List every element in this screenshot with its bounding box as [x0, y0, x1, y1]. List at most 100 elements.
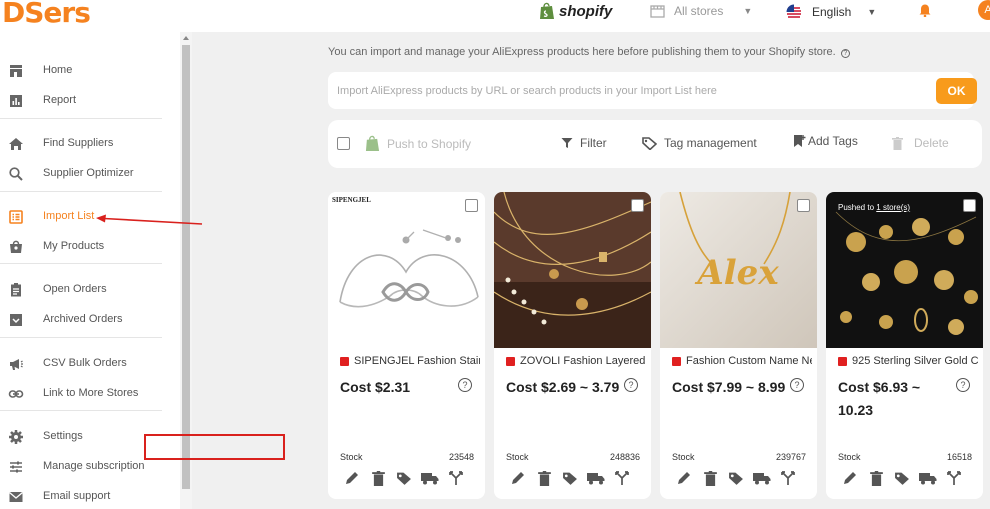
language-label: English — [812, 5, 852, 19]
filter-icon — [561, 138, 573, 148]
sidebar-item-label: Find Suppliers — [43, 137, 114, 149]
sidebar-item-my-products[interactable]: My Products — [0, 235, 180, 259]
product-card[interactable]: Alex Fashion Custom Name Necklace Cost $… — [660, 192, 817, 499]
add-tags-button[interactable]: Add Tags — [793, 134, 858, 148]
truck-icon[interactable] — [587, 469, 605, 487]
trash-icon[interactable] — [369, 469, 387, 487]
top-bar: DSers shopify All stores ▼ English ▼ A — [0, 0, 990, 32]
edit-icon[interactable] — [509, 469, 527, 487]
sidebar-item-label: Report — [43, 94, 77, 106]
scrollbar-thumb[interactable] — [182, 45, 190, 489]
product-title-text: 925 Sterling Silver Gold Charms — [852, 355, 978, 367]
product-image[interactable] — [494, 192, 651, 348]
filter-button[interactable]: Filter — [561, 136, 607, 150]
home-icon — [9, 138, 23, 150]
edit-icon[interactable] — [343, 469, 361, 487]
truck-icon[interactable] — [753, 469, 771, 487]
store-selector[interactable]: All stores ▼ — [650, 4, 752, 18]
import-search-input[interactable]: Import AliExpress products by URL or sea… — [328, 72, 974, 109]
delete-button[interactable]: Delete — [892, 136, 949, 150]
sidebar-item-csv-bulk-orders[interactable]: CSV Bulk Orders — [0, 352, 180, 376]
sidebar-item-label: Archived Orders — [43, 313, 123, 325]
product-image[interactable] — [826, 192, 983, 348]
sidebar-item-supplier-optimizer[interactable]: Supplier Optimizer — [0, 162, 180, 186]
sidebar-item-label: Import List — [43, 210, 95, 222]
stock-label: Stock — [506, 452, 529, 462]
product-card[interactable]: Pushed to 1 store(s) 925 Sterling Silver… — [826, 192, 983, 499]
product-checkbox[interactable] — [465, 199, 478, 212]
product-image[interactable] — [328, 192, 485, 348]
product-checkbox[interactable] — [797, 199, 810, 212]
trash-icon[interactable] — [535, 469, 553, 487]
product-title-text: ZOVOLI Fashion Layered Necklace — [520, 355, 646, 367]
tag-icon[interactable] — [561, 469, 579, 487]
product-title[interactable]: SIPENGJEL Fashion Stainless Steel Bracel… — [340, 355, 480, 367]
dsers-logo[interactable]: DSers — [2, 0, 91, 29]
language-selector[interactable]: English ▼ — [786, 4, 876, 20]
page-description: You can import and manage your AliExpres… — [328, 46, 850, 58]
bell-icon[interactable] — [918, 3, 932, 17]
product-card[interactable]: SIPENGJEL SIPENGJEL Fashion Stainless St… — [328, 192, 485, 499]
product-title[interactable]: Fashion Custom Name Necklace — [672, 355, 812, 367]
truck-icon[interactable] — [421, 469, 439, 487]
sidebar-item-open-orders[interactable]: Open Orders — [0, 278, 180, 302]
product-checkbox[interactable] — [963, 199, 976, 212]
trash-icon[interactable] — [867, 469, 885, 487]
sidebar-item-archived-orders[interactable]: Archived Orders — [0, 308, 180, 332]
product-checkbox[interactable] — [631, 199, 644, 212]
ok-button[interactable]: OK — [936, 78, 977, 104]
truck-icon[interactable] — [919, 469, 937, 487]
help-icon[interactable]: ? — [458, 378, 472, 392]
sidebar-divider — [0, 337, 162, 338]
help-icon[interactable]: ? — [624, 378, 638, 392]
product-cost: Cost $6.93 ~ 10.23 — [838, 379, 921, 418]
sidebar-item-home[interactable]: Home — [0, 59, 180, 83]
product-title[interactable]: 925 Sterling Silver Gold Charms — [838, 355, 978, 367]
tag-icon[interactable] — [395, 469, 413, 487]
sidebar-item-report[interactable]: Report — [0, 89, 180, 113]
sidebar-item-link-stores[interactable]: Link to More Stores — [0, 382, 180, 406]
scroll-up-arrow[interactable] — [183, 36, 189, 40]
pushed-stores-link[interactable]: 1 store(s) — [876, 203, 910, 212]
help-icon[interactable]: ? — [790, 378, 804, 392]
shopify-bag-icon — [540, 2, 554, 19]
description-text: You can import and manage your AliExpres… — [328, 46, 836, 58]
tag-management-button[interactable]: Tag management — [642, 136, 757, 150]
toolbar: Push to Shopify Filter Tag management Ad… — [328, 120, 982, 168]
product-title[interactable]: ZOVOLI Fashion Layered Necklace — [506, 355, 646, 367]
annotation-arrow — [96, 214, 203, 225]
split-icon[interactable] — [945, 469, 963, 487]
sidebar-item-find-suppliers[interactable]: Find Suppliers — [0, 132, 180, 156]
help-icon[interactable]: ? — [956, 378, 970, 392]
help-icon[interactable]: ? — [840, 49, 850, 58]
pushed-text: Pushed to — [838, 203, 875, 212]
product-card[interactable]: ZOVOLI Fashion Layered Necklace Cost $2.… — [494, 192, 651, 499]
push-to-shopify-button[interactable]: Push to Shopify — [365, 135, 471, 152]
edit-icon[interactable] — [675, 469, 693, 487]
sidebar-item-label: Home — [43, 64, 73, 76]
shopify-bag-icon — [365, 135, 380, 151]
tag-icon[interactable] — [893, 469, 911, 487]
chevron-down-icon: ▼ — [743, 6, 753, 16]
search-icon — [9, 167, 23, 181]
store-icon — [650, 4, 665, 18]
avatar[interactable]: A — [978, 0, 990, 20]
split-icon[interactable] — [779, 469, 797, 487]
select-all-checkbox[interactable] — [337, 137, 350, 150]
split-icon[interactable] — [447, 469, 465, 487]
stock-label: Stock — [672, 452, 695, 462]
mail-icon — [9, 492, 23, 502]
product-image[interactable]: Alex — [660, 192, 817, 348]
edit-icon[interactable] — [841, 469, 859, 487]
stock-value: 23548 — [448, 452, 474, 462]
tag-icon[interactable] — [727, 469, 745, 487]
trash-icon[interactable] — [701, 469, 719, 487]
stock-value: 239767 — [775, 452, 806, 462]
sidebar-item-label: Open Orders — [43, 283, 107, 295]
archive-icon — [10, 314, 22, 326]
split-icon[interactable] — [613, 469, 631, 487]
bookmark-add-icon — [794, 135, 806, 147]
card-actions — [343, 469, 465, 487]
sidebar-item-email-support[interactable]: Email support — [0, 485, 180, 509]
sidebar-item-label: My Products — [43, 240, 105, 252]
